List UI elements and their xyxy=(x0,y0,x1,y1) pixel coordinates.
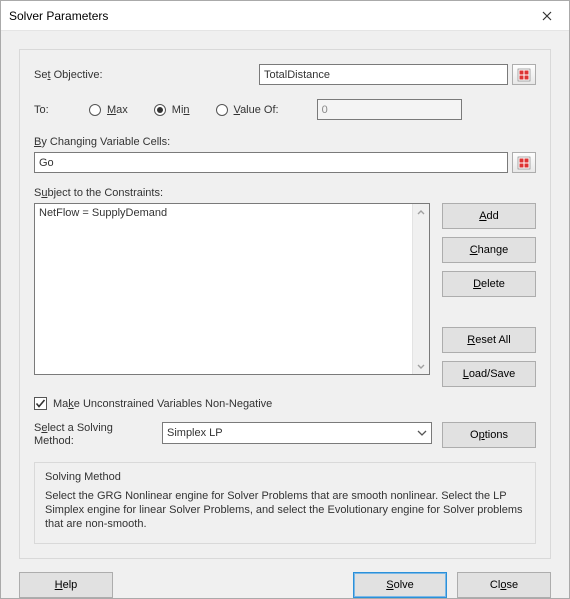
dialog-body: Set Objective: To: Max xyxy=(1,31,569,571)
radio-value-of[interactable]: Value Of: xyxy=(216,104,279,116)
objective-row: Set Objective: xyxy=(34,64,536,85)
change-button[interactable]: Change xyxy=(442,237,536,263)
unconstrained-label: Make Unconstrained Variables Non-Negativ… xyxy=(53,398,272,410)
description-text: Select the GRG Nonlinear engine for Solv… xyxy=(45,489,525,531)
list-item[interactable]: NetFlow = SupplyDemand xyxy=(37,207,427,219)
close-button[interactable]: Close xyxy=(457,572,551,598)
scroll-down-icon[interactable] xyxy=(413,357,430,374)
solve-button[interactable]: Solve xyxy=(353,572,447,598)
radio-icon xyxy=(154,104,166,116)
by-changing-label: By Changing Variable Cells: xyxy=(34,136,536,148)
radio-min[interactable]: Min xyxy=(154,104,190,116)
subject-to-label: Subject to the Constraints: xyxy=(34,187,536,199)
by-changing-input[interactable] xyxy=(34,152,508,173)
bychanging-range-picker-icon[interactable] xyxy=(512,152,536,173)
method-value: Simplex LP xyxy=(167,427,223,439)
reset-all-button[interactable]: Reset All xyxy=(442,327,536,353)
close-icon[interactable] xyxy=(524,1,569,30)
main-panel: Set Objective: To: Max xyxy=(19,49,551,559)
radio-icon xyxy=(89,104,101,116)
select-method-label: Select a Solving Method: xyxy=(34,422,152,448)
radio-icon xyxy=(216,104,228,116)
by-changing-row xyxy=(34,152,536,173)
method-combobox[interactable]: Simplex LP xyxy=(162,422,432,444)
description-header: Solving Method xyxy=(45,471,525,483)
value-of-input xyxy=(317,99,462,120)
unconstrained-checkbox-row[interactable]: Make Unconstrained Variables Non-Negativ… xyxy=(34,397,536,410)
checkbox-icon xyxy=(34,397,47,410)
chevron-down-icon xyxy=(413,423,431,443)
constraint-buttons: Add Change Delete Reset All Load/Save xyxy=(442,203,536,387)
load-save-button[interactable]: Load/Save xyxy=(442,361,536,387)
footer: Help Solve Close xyxy=(1,571,569,598)
add-button[interactable]: Add xyxy=(442,203,536,229)
solver-parameters-dialog: Solver Parameters Set Objective: xyxy=(0,0,570,599)
objective-input[interactable] xyxy=(259,64,508,85)
objective-range-picker-icon[interactable] xyxy=(512,64,536,85)
radio-max[interactable]: Max xyxy=(89,104,128,116)
window-title: Solver Parameters xyxy=(9,9,108,23)
constraints-area: NetFlow = SupplyDemand Add xyxy=(34,203,536,387)
method-row: Select a Solving Method: Simplex LP Opti… xyxy=(34,422,536,448)
to-label: To: xyxy=(34,104,89,116)
delete-button[interactable]: Delete xyxy=(442,271,536,297)
scroll-up-icon[interactable] xyxy=(413,204,430,221)
set-objective-label: Set Objective: xyxy=(34,69,259,81)
scrollbar[interactable] xyxy=(412,204,429,374)
constraints-listbox[interactable]: NetFlow = SupplyDemand xyxy=(34,203,430,375)
help-button[interactable]: Help xyxy=(19,572,113,598)
solving-method-description: Solving Method Select the GRG Nonlinear … xyxy=(34,462,536,544)
options-button[interactable]: Options xyxy=(442,422,536,448)
titlebar: Solver Parameters xyxy=(1,1,569,31)
to-row: To: Max Min Value Of: xyxy=(34,99,536,120)
